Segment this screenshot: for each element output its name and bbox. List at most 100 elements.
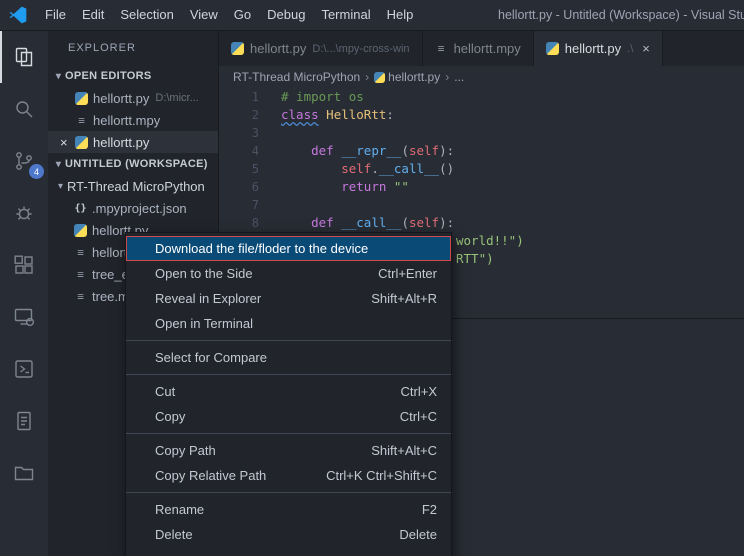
- code-line: 5 self.__call__(): [219, 160, 744, 178]
- activity-bar: 4: [0, 31, 48, 556]
- menu-item-select-for-compare[interactable]: Select for Compare: [126, 345, 451, 370]
- file-icon: ≡: [435, 42, 448, 55]
- tab-bar: hellortt.py D:\...\mpy-cross-win ≡ hellortt…: [219, 31, 744, 66]
- line-number: 5: [219, 160, 259, 178]
- file-label: hellortt.mpy: [93, 113, 160, 128]
- debug-icon[interactable]: [0, 187, 48, 239]
- breadcrumb-item[interactable]: ...: [454, 70, 464, 84]
- menu-go[interactable]: Go: [226, 0, 259, 30]
- terminal-box-icon[interactable]: [0, 343, 48, 395]
- menu-shortcut: Shift+Alt+C: [371, 443, 437, 458]
- window-title: hellortt.py - Untitled (Workspace) - Vis…: [498, 0, 744, 30]
- output-document-icon[interactable]: [0, 395, 48, 447]
- code-token: ):: [439, 143, 454, 158]
- code-token: __repr__: [341, 143, 401, 158]
- code-token: self: [409, 143, 439, 158]
- menu-shortcut: Ctrl+Enter: [378, 266, 437, 281]
- code-line: 8 def __call__(self):: [219, 214, 744, 232]
- code-token: HelloRtt: [326, 107, 386, 122]
- code-token: def: [311, 143, 334, 158]
- menu-edit[interactable]: Edit: [74, 0, 112, 30]
- tree-item[interactable]: {}.mpyproject.json: [48, 197, 218, 219]
- menu-item-copy-path[interactable]: Copy PathShift+Alt+C: [126, 438, 451, 463]
- line-number: 1: [219, 88, 259, 106]
- search-icon[interactable]: [0, 83, 48, 135]
- menu-selection[interactable]: Selection: [112, 0, 181, 30]
- menu-item-delete[interactable]: DeleteDelete: [126, 522, 451, 547]
- workspace-header[interactable]: ▾ UNTITLED (WORKSPACE): [48, 153, 218, 175]
- menu-item-open-to-the-side[interactable]: Open to the SideCtrl+Enter: [126, 261, 451, 286]
- code-token: class: [281, 107, 319, 122]
- code-token: RTT"): [456, 251, 494, 266]
- code-token: [281, 179, 341, 194]
- code-line: 4 def __repr__(self):: [219, 142, 744, 160]
- menu-item-label: Copy Relative Path: [155, 468, 326, 483]
- tab-label: hellortt.py: [250, 41, 306, 56]
- python-file-icon: [374, 72, 385, 83]
- file-icon: ≡: [75, 114, 88, 127]
- breadcrumb-item[interactable]: hellortt.py: [388, 70, 440, 84]
- file-label: hellortt.py: [93, 91, 149, 106]
- menu-shortcut: F2: [422, 502, 437, 517]
- source-control-icon[interactable]: 4: [0, 135, 48, 187]
- code-token: [281, 215, 311, 230]
- code-token: ):: [439, 215, 454, 230]
- python-file-icon: [231, 42, 244, 55]
- menu-help[interactable]: Help: [379, 0, 422, 30]
- breadcrumb-item[interactable]: RT-Thread MicroPython: [233, 70, 360, 84]
- code-token: :: [386, 107, 394, 122]
- file-icon: ≡: [74, 246, 87, 259]
- menu-file[interactable]: File: [37, 0, 74, 30]
- menu-item-rename[interactable]: RenameF2: [126, 497, 451, 522]
- menu-item-download-the-file-floder-to-the-device[interactable]: Download the file/floder to the device: [126, 236, 451, 261]
- menu-shortcut: Shift+Alt+R: [371, 291, 437, 306]
- menu-item-reveal-in-explorer[interactable]: Reveal in ExplorerShift+Alt+R: [126, 286, 451, 311]
- line-number: 8: [219, 214, 259, 232]
- context-menu: Download the file/floder to the deviceOp…: [125, 232, 452, 556]
- explorer-icon[interactable]: [0, 31, 48, 83]
- menu-item-open-in-terminal[interactable]: Open in Terminal: [126, 311, 451, 336]
- menu-item-label: Reveal in Explorer: [155, 291, 371, 306]
- open-editors-header[interactable]: ▾ OPEN EDITORS: [48, 65, 218, 87]
- title-bar: FileEditSelectionViewGoDebugTerminalHelp…: [0, 0, 744, 31]
- close-icon[interactable]: ×: [642, 41, 650, 56]
- extensions-icon[interactable]: [0, 239, 48, 291]
- code-token: (: [401, 143, 409, 158]
- tab-hellortt-py[interactable]: hellortt.py.\×: [534, 31, 663, 66]
- menu-shortcut: Delete: [399, 527, 437, 542]
- open-editors-label: OPEN EDITORS: [65, 70, 152, 82]
- menu-shortcut: Ctrl+X: [401, 384, 437, 399]
- menu-item-copy[interactable]: CopyCtrl+C: [126, 404, 451, 429]
- menu-view[interactable]: View: [182, 0, 226, 30]
- close-icon[interactable]: ×: [60, 135, 75, 150]
- menu-debug[interactable]: Debug: [259, 0, 313, 30]
- chevron-down-icon: ▾: [52, 159, 65, 170]
- folder-label: RT-Thread MicroPython: [67, 179, 205, 194]
- menu-shortcut: Ctrl+K Ctrl+Shift+C: [326, 468, 437, 483]
- menu-item-copy-relative-path[interactable]: Copy Relative PathCtrl+K Ctrl+Shift+C: [126, 463, 451, 488]
- chevron-down-icon: ▾: [52, 71, 65, 82]
- menu-separator: [126, 340, 451, 341]
- open-editor-item[interactable]: hellortt.py D:\micr...: [48, 87, 218, 109]
- code-token: (: [401, 215, 409, 230]
- menu-item-cut[interactable]: CutCtrl+X: [126, 379, 451, 404]
- line-number: 2: [219, 106, 259, 124]
- open-editor-item[interactable]: ×hellortt.py: [48, 131, 218, 153]
- open-editor-item[interactable]: ≡ hellortt.mpy: [48, 109, 218, 131]
- tab-detail: D:\...\mpy-cross-win: [312, 43, 409, 55]
- file-detail: D:\micr...: [155, 92, 198, 104]
- code-token: __call__: [379, 161, 439, 176]
- tree-folder[interactable]: ▾RT-Thread MicroPython: [48, 175, 218, 197]
- tab-hellortt-mpy[interactable]: ≡ hellortt.mpy: [423, 31, 534, 66]
- line-number: 7: [219, 196, 259, 214]
- tab-label: hellortt.mpy: [454, 41, 521, 56]
- menu-terminal[interactable]: Terminal: [313, 0, 378, 30]
- code-token: [386, 179, 394, 194]
- python-file-icon: [546, 42, 559, 55]
- folder-view-icon[interactable]: [0, 447, 48, 499]
- code-token: __call__: [341, 215, 401, 230]
- code-line: 1# import os: [219, 88, 744, 106]
- menu-separator: [126, 374, 451, 375]
- remote-device-icon[interactable]: [0, 291, 48, 343]
- tab-hellortt-py[interactable]: hellortt.py D:\...\mpy-cross-win: [219, 31, 423, 66]
